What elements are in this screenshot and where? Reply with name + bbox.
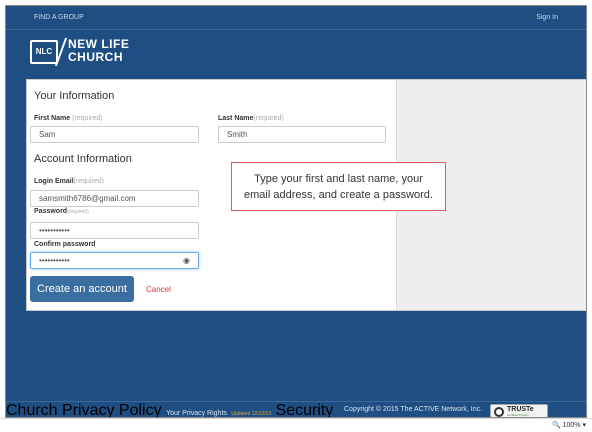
- truste-word: TRUSTe: [507, 406, 534, 413]
- account-information-heading: Account Information: [34, 153, 132, 165]
- first-name-required: (required): [72, 115, 103, 122]
- confirm-password-input[interactable]: ••••••••••• ◉: [30, 252, 199, 269]
- zoom-dropdown-icon[interactable]: ▾: [582, 422, 586, 429]
- copyright-text: Copyright © 2015 The ACTIVE Network, Inc…: [344, 406, 483, 413]
- zoom-level: 100%: [562, 422, 581, 429]
- cancel-link[interactable]: Cancel: [146, 285, 171, 294]
- first-name-input[interactable]: Sam: [30, 126, 199, 143]
- password-label-text: Password: [34, 208, 68, 215]
- password-label: Password(required): [34, 208, 89, 215]
- your-information-heading: Your Information: [34, 90, 115, 102]
- privacy-rights-text: Your Privacy Rights: [166, 410, 227, 417]
- password-required: (required): [67, 209, 89, 215]
- last-name-input[interactable]: Smith: [218, 126, 386, 143]
- truste-logo-icon: [494, 407, 504, 417]
- create-account-button[interactable]: Create an account: [30, 276, 134, 302]
- browser-status-bar: 🔍 100% ▾: [0, 418, 592, 432]
- login-email-input[interactable]: samsmith6786@gmail.com: [30, 190, 199, 207]
- login-email-required: (required): [73, 178, 105, 185]
- instruction-callout: Type your first and last name, your emai…: [231, 162, 446, 211]
- last-name-label-text: Last Name: [218, 115, 254, 122]
- truste-subtitle: Certified Privacy: [507, 413, 529, 417]
- footer: Church Privacy Policy Your Privacy Right…: [6, 401, 586, 417]
- privacy-rights-link[interactable]: Your Privacy Rights Updated 12/12/13: [166, 402, 276, 417]
- logo-line-2: CHURCH: [68, 50, 123, 64]
- church-logo[interactable]: NLC NEW LIFE CHURCH: [30, 38, 170, 66]
- browser-content: FIND A GROUP Sign In NLC NEW LIFE CHURCH…: [5, 5, 587, 418]
- callout-line-1: Type your first and last name, your: [254, 173, 423, 185]
- sign-in-link[interactable]: Sign In: [536, 14, 558, 21]
- top-nav: FIND A GROUP Sign In: [6, 6, 586, 30]
- zoom-control[interactable]: 🔍 100% ▾: [552, 421, 586, 429]
- last-name-required: (required): [253, 115, 284, 122]
- password-input[interactable]: •••••••••••: [30, 222, 199, 239]
- login-email-label-text: Login Email: [34, 178, 74, 185]
- callout-line-2: email address, and create a password.: [244, 189, 433, 201]
- nlc-badge: NLC: [30, 40, 58, 64]
- security-link[interactable]: Security: [276, 402, 334, 417]
- find-group-link[interactable]: FIND A GROUP: [34, 14, 84, 21]
- login-email-label: Login Email(required): [34, 178, 104, 185]
- last-name-label: Last Name(required): [218, 115, 284, 122]
- confirm-password-label: Confirm password: [34, 241, 96, 248]
- first-name-label: First Name (required): [34, 115, 103, 122]
- church-privacy-policy-link[interactable]: Church Privacy Policy: [6, 402, 162, 417]
- logo-text: NEW LIFE CHURCH: [68, 38, 129, 64]
- reveal-password-icon[interactable]: ◉: [183, 256, 190, 265]
- confirm-password-value: •••••••••••: [39, 256, 70, 265]
- first-name-label-text: First Name: [34, 115, 71, 122]
- zoom-icon: 🔍: [551, 422, 561, 429]
- truste-badge[interactable]: TRUSTe Certified Privacy: [490, 404, 548, 417]
- updated-date: Updated 12/12/13: [231, 411, 272, 417]
